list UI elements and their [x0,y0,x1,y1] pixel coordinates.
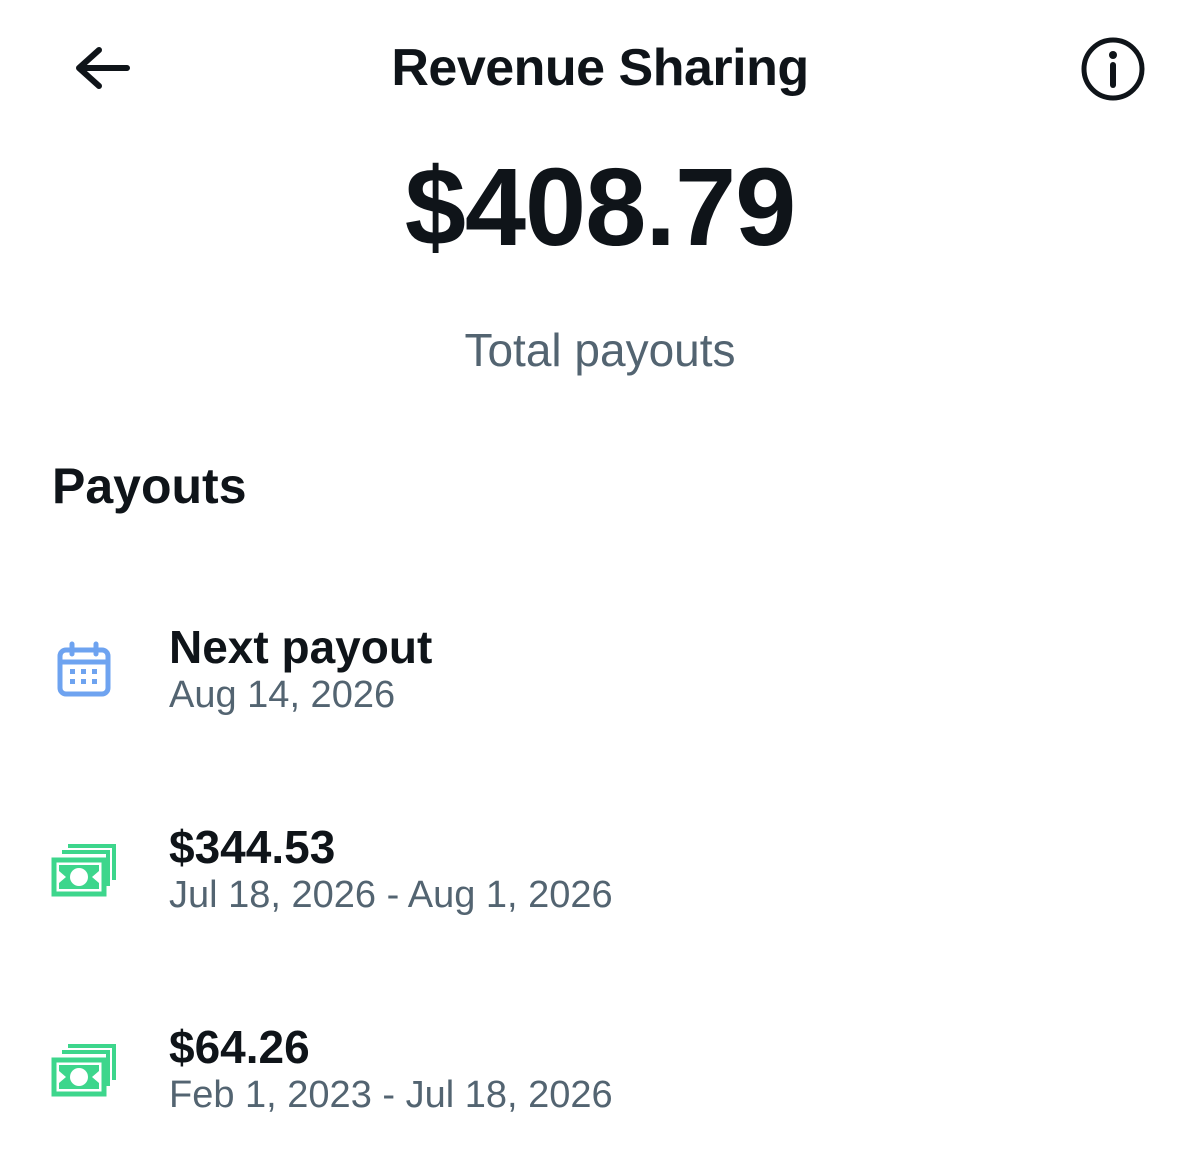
payouts-section-title: Payouts [52,458,247,514]
payout-period: Jul 18, 2026 - Aug 1, 2026 [169,874,613,916]
payout-row[interactable]: $344.53 Jul 18, 2026 - Aug 1, 2026 [0,820,1200,970]
next-payout-title: Next payout [169,621,433,673]
total-payout-amount: $408.79 [404,146,797,269]
page-title: Revenue Sharing [391,39,809,97]
money-icon [48,834,120,906]
payout-amount: $64.26 [169,1021,310,1073]
payout-period: Feb 1, 2023 - Jul 18, 2026 [169,1074,613,1116]
next-payout-row[interactable]: Next payout Aug 14, 2026 [0,620,1200,770]
next-payout-date: Aug 14, 2026 [169,674,396,716]
payout-row[interactable]: $64.26 Feb 1, 2023 - Jul 18, 2026 [0,1020,1200,1170]
top-app-bar: Revenue Sharing [0,0,1200,140]
money-icon [48,1034,120,1106]
calendar-icon [48,634,120,706]
payout-amount: $344.53 [169,821,336,873]
info-circle-icon [1081,37,1145,101]
info-button[interactable] [1070,30,1156,108]
total-payout-label: Total payouts [464,324,736,376]
